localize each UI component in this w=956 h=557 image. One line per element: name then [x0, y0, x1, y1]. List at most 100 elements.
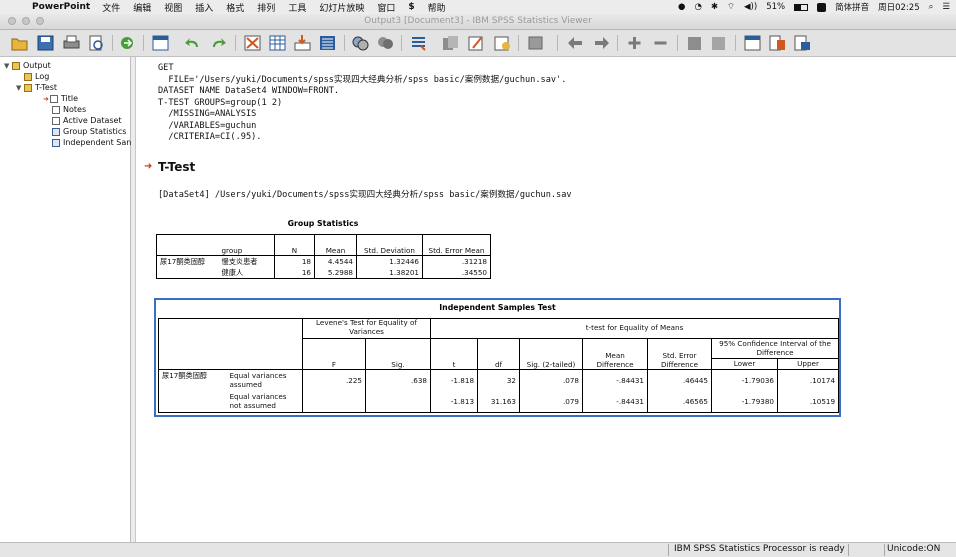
outline-item-ttest[interactable]: ▼ T-Test: [16, 82, 57, 93]
print-preview-icon[interactable]: [87, 34, 106, 52]
menu-view[interactable]: 视图: [164, 1, 182, 14]
df-cell: 31.163: [477, 391, 520, 413]
lower-cell: -1.79036: [711, 369, 778, 392]
clock[interactable]: 周日02:25: [878, 1, 920, 13]
independent-samples-caption: Independent Samples Test: [439, 303, 556, 312]
current-item-arrow-icon: ➜: [144, 161, 153, 172]
battery-icon[interactable]: [794, 3, 809, 11]
select-cases-icon[interactable]: [409, 34, 428, 52]
export-icon[interactable]: [118, 34, 137, 52]
menu-edit[interactable]: 编辑: [133, 1, 151, 14]
variable-label: 尿17酮类固醇: [162, 371, 208, 380]
dataset-line[interactable]: [DataSet4] /Users/yuki/Documents/spss实现四…: [158, 188, 572, 200]
menu-window[interactable]: 窗口: [377, 1, 395, 14]
notification-center-icon[interactable]: ☰: [942, 2, 950, 12]
upper-header: Upper: [777, 358, 839, 370]
battery-percent[interactable]: 51%: [766, 2, 785, 12]
previous-icon[interactable]: [566, 34, 585, 52]
toolbar: [0, 30, 956, 57]
upper-cell: .10519: [777, 391, 839, 413]
outline-item-group-statistics[interactable]: Group Statistics: [52, 126, 126, 137]
undo-icon[interactable]: [183, 34, 202, 52]
group-statistics-table[interactable]: group N Mean Std. Deviation Std. Error M…: [156, 234, 491, 279]
processor-status: IBM SPSS Statistics Processor is ready: [668, 544, 846, 556]
timer-icon[interactable]: ◔: [694, 2, 701, 12]
recall-dialog-icon[interactable]: [151, 34, 170, 52]
collapse-icon[interactable]: [651, 34, 670, 52]
stop-icon[interactable]: [526, 34, 545, 52]
input-method-label[interactable]: 简体拼音: [835, 1, 869, 13]
outline-pane: ▼ Output Log ▼ T-Test ➜ Title Notes Acti…: [0, 57, 131, 542]
show-all-variables-icon[interactable]: [351, 34, 370, 52]
table-row: 尿17酮类固醇 慢支炎患者 18 4.4544 1.32446 .31218: [157, 255, 491, 267]
wifi-icon[interactable]: ⌔: [727, 2, 735, 12]
sd-cell: 1.32446: [356, 255, 423, 267]
volume-icon[interactable]: ◀)): [744, 2, 757, 12]
insert-variable-icon[interactable]: [293, 34, 312, 52]
collapse-triangle-icon[interactable]: ▼: [4, 62, 12, 70]
insert-text-icon[interactable]: [793, 34, 812, 52]
goto-variable-icon[interactable]: [268, 34, 287, 52]
group-label: 慢支炎患者: [221, 257, 258, 266]
spellcheck-icon[interactable]: [376, 34, 395, 52]
script-icon[interactable]: $: [408, 2, 414, 12]
outline-root[interactable]: ▼ Output: [4, 60, 51, 71]
upper-cell: .10174: [777, 369, 839, 392]
se-diff-header: Std. Error Difference: [647, 338, 712, 370]
sd-cell: 1.38201: [356, 267, 423, 279]
use-sets-icon[interactable]: [441, 34, 460, 52]
variables-icon[interactable]: [318, 34, 337, 52]
menu-insert[interactable]: 插入: [195, 1, 213, 14]
menu-slideshow[interactable]: 幻灯片放映: [319, 1, 364, 14]
goto-case-icon[interactable]: [243, 34, 262, 52]
independent-samples-selection[interactable]: Independent Samples Test Levene's Test f…: [154, 298, 841, 417]
sig-cell: .638: [364, 369, 431, 392]
sd-header: Std. Deviation: [356, 234, 423, 256]
f-header: F: [302, 338, 366, 370]
status-bar: IBM SPSS Statistics Processor is ready U…: [0, 542, 956, 557]
independent-samples-table[interactable]: Levene's Test for Equality of Variances …: [158, 318, 840, 413]
outline-item-independent-samples[interactable]: Independent San: [52, 137, 131, 148]
next-icon[interactable]: [592, 34, 611, 52]
outline-item-notes[interactable]: Notes: [52, 104, 86, 115]
expand-icon[interactable]: [625, 34, 644, 52]
bluetooth-icon[interactable]: ✱: [711, 2, 718, 12]
menu-format[interactable]: 格式: [226, 1, 244, 14]
outline-item-active-dataset[interactable]: Active Dataset: [52, 115, 122, 126]
n-cell: 18: [274, 255, 315, 267]
sig2-cell: .078: [519, 369, 583, 392]
menu-file[interactable]: 文件: [102, 1, 120, 14]
outline-item-log[interactable]: Log: [24, 71, 49, 82]
menu-help[interactable]: 帮助: [428, 1, 446, 14]
insert-title-icon[interactable]: [768, 34, 787, 52]
syntax-log: GET FILE='/Users/yuki/Documents/spss实现四大…: [158, 63, 567, 142]
app-menu[interactable]: PowerPoint: [32, 2, 90, 12]
outline-item-title[interactable]: ➜ Title: [43, 93, 78, 104]
menu-tools[interactable]: 工具: [288, 1, 306, 14]
insert-heading-icon[interactable]: [743, 34, 762, 52]
section-title[interactable]: T-Test: [158, 160, 195, 174]
weight-icon[interactable]: [467, 34, 486, 52]
collapse-triangle-icon[interactable]: ▼: [16, 84, 24, 92]
open-icon[interactable]: [10, 34, 29, 52]
input-method-icon[interactable]: [817, 2, 827, 12]
window-title: Output3 [Document3] - IBM SPSS Statistic…: [364, 16, 592, 26]
menu-arrange[interactable]: 排列: [257, 1, 275, 14]
mean-cell: 4.4544: [314, 255, 357, 267]
split-file-icon[interactable]: [493, 34, 512, 52]
levene-header: Levene's Test for Equality of Variances: [301, 318, 431, 339]
group-statistics-caption: Group Statistics: [287, 219, 359, 228]
f-cell: .225: [302, 369, 366, 392]
show-icon[interactable]: [685, 34, 704, 52]
row-label: Equal variances not assumed: [229, 392, 287, 410]
save-icon[interactable]: [36, 34, 55, 52]
title-icon: [49, 94, 58, 103]
t-header: t: [430, 338, 478, 370]
redo-icon[interactable]: [209, 34, 228, 52]
user-icon[interactable]: ●: [678, 2, 685, 12]
unicode-status: Unicode:ON: [884, 544, 956, 556]
search-icon[interactable]: ⌕: [929, 2, 934, 12]
hide-icon[interactable]: [709, 34, 728, 52]
print-icon[interactable]: [62, 34, 81, 52]
sig2-cell: .079: [519, 391, 583, 413]
